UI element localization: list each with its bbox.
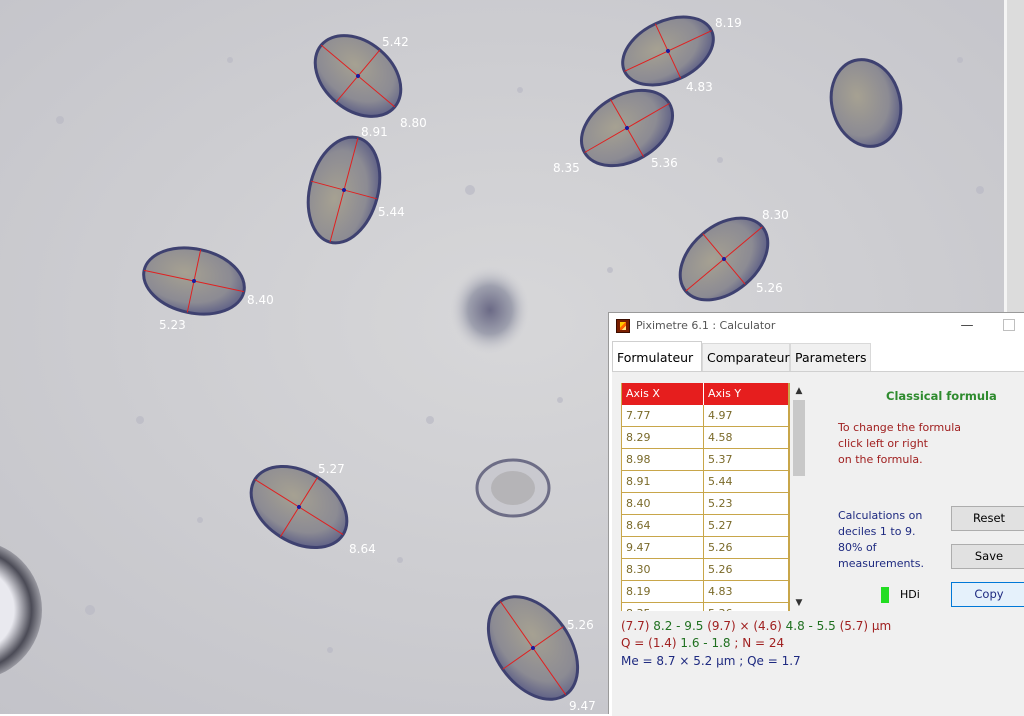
scrollbar-thumb[interactable] xyxy=(793,400,805,476)
app-icon xyxy=(616,319,630,333)
hdi-indicator[interactable] xyxy=(881,587,889,603)
measurement-label: 8.91 xyxy=(361,125,388,139)
measurement-label: 5.23 xyxy=(159,318,186,332)
copy-button[interactable]: Copy xyxy=(951,582,1024,607)
result-segment: (9.7) × (4.6) xyxy=(707,619,786,633)
result-line-spore-range[interactable]: (7.7) 8.2 - 9.5 (9.7) × (4.6) 4.8 - 5.5 … xyxy=(621,619,891,633)
cell-axis-x[interactable]: 8.30 xyxy=(622,559,704,581)
cell-axis-y[interactable]: 5.27 xyxy=(704,515,790,537)
table-row[interactable]: 8.19 4.83 xyxy=(622,581,790,603)
measurement-label: 5.42 xyxy=(382,35,409,49)
column-header-axis-x[interactable]: Axis X xyxy=(622,383,704,405)
tab-parameters[interactable]: Parameters xyxy=(790,343,871,371)
minimize-button[interactable]: — xyxy=(955,317,979,335)
measurement-label: 9.47 xyxy=(569,699,596,713)
measurement-label: 8.40 xyxy=(247,293,274,307)
result-segment: Q = xyxy=(621,636,649,650)
hdi-label: HDi xyxy=(900,588,920,601)
measurement-label: 8.30 xyxy=(762,208,789,222)
scroll-down-arrow-icon[interactable]: ▼ xyxy=(790,595,808,611)
reset-button[interactable]: Reset xyxy=(951,506,1024,531)
maximize-button[interactable] xyxy=(1003,319,1015,331)
formula-title[interactable]: Classical formula xyxy=(886,389,997,403)
title-bar[interactable]: Piximetre 6.1 : Calculator — xyxy=(609,313,1024,341)
measurement-label: 5.27 xyxy=(318,462,345,476)
measurement-label: 8.35 xyxy=(553,161,580,175)
cell-axis-x[interactable]: 8.35 xyxy=(622,603,704,611)
table-row[interactable]: 8.40 5.23 xyxy=(622,493,790,515)
measurement-label: 8.80 xyxy=(400,116,427,130)
table-row[interactable]: 8.98 5.37 xyxy=(622,449,790,471)
measurement-label: 5.26 xyxy=(756,281,783,295)
result-segment: 8.2 - 9.5 xyxy=(653,619,708,633)
cell-axis-y[interactable]: 4.58 xyxy=(704,427,790,449)
result-line-median[interactable]: Me = 8.7 × 5.2 µm ; Qe = 1.7 xyxy=(621,654,801,668)
measurement-label: 8.64 xyxy=(349,542,376,556)
cell-axis-y[interactable]: 5.26 xyxy=(704,537,790,559)
table-row[interactable]: 8.91 5.44 xyxy=(622,471,790,493)
save-button[interactable]: Save xyxy=(951,544,1024,569)
cell-axis-x[interactable]: 8.19 xyxy=(622,581,704,603)
formula-hint: To change the formula click left or righ… xyxy=(838,421,962,466)
cell-axis-x[interactable]: 8.64 xyxy=(622,515,704,537)
result-segment: ; N = 24 xyxy=(734,636,785,650)
cell-axis-y[interactable]: 5.37 xyxy=(704,449,790,471)
result-segment: (7.7) xyxy=(621,619,654,633)
table-row[interactable]: 7.77 4.97 xyxy=(622,405,790,427)
cell-axis-x[interactable]: 8.98 xyxy=(622,449,704,471)
cell-axis-x[interactable]: 8.40 xyxy=(622,493,704,515)
cell-axis-x[interactable]: 8.91 xyxy=(622,471,704,493)
window-title: Piximetre 6.1 : Calculator xyxy=(636,319,776,332)
measurement-label: 5.36 xyxy=(651,156,678,170)
measurements-table[interactable]: Axis X Axis Y 7.77 4.97 8.29 4.58 8.98 5… xyxy=(621,383,790,611)
result-segment: (5.7) µm xyxy=(839,619,892,633)
result-segment: 4.8 - 5.5 xyxy=(785,619,840,633)
measurement-label: 8.19 xyxy=(715,16,742,30)
result-segment: (1.4) xyxy=(648,636,681,650)
cell-axis-y[interactable]: 5.36 xyxy=(704,603,790,611)
table-row[interactable]: 8.29 4.58 xyxy=(622,427,790,449)
scroll-up-arrow-icon[interactable]: ▲ xyxy=(790,383,808,399)
tab-comparateur[interactable]: Comparateur xyxy=(702,343,790,371)
cell-axis-x[interactable]: 7.77 xyxy=(622,405,704,427)
measurement-label: 5.44 xyxy=(378,205,405,219)
result-line-quotient[interactable]: Q = (1.4) 1.6 - 1.8 ; N = 24 xyxy=(621,636,784,650)
cell-axis-x[interactable]: 8.29 xyxy=(622,427,704,449)
calculator-window: Piximetre 6.1 : Calculator — Formulateur… xyxy=(608,312,1024,716)
cell-axis-y[interactable]: 4.97 xyxy=(704,405,790,427)
cell-axis-y[interactable]: 5.26 xyxy=(704,559,790,581)
result-segment: 1.6 - 1.8 xyxy=(680,636,735,650)
cell-axis-y[interactable]: 5.23 xyxy=(704,493,790,515)
table-row[interactable]: 9.47 5.26 xyxy=(622,537,790,559)
table-scrollbar[interactable]: ▲ ▼ xyxy=(790,383,808,611)
tab-formulateur[interactable]: Formulateur xyxy=(612,341,702,372)
table-row[interactable]: 8.64 5.27 xyxy=(622,515,790,537)
deciles-note: Calculations on deciles 1 to 9. 80% of m… xyxy=(838,509,924,570)
cell-axis-y[interactable]: 5.44 xyxy=(704,471,790,493)
table-row[interactable]: 8.35 5.36 xyxy=(622,603,790,611)
measurement-label: 4.83 xyxy=(686,80,713,94)
column-header-axis-y[interactable]: Axis Y xyxy=(704,383,790,405)
measurement-label: 5.26 xyxy=(567,618,594,632)
cell-axis-x[interactable]: 9.47 xyxy=(622,537,704,559)
cell-axis-y[interactable]: 4.83 xyxy=(704,581,790,603)
table-row[interactable]: 8.30 5.26 xyxy=(622,559,790,581)
